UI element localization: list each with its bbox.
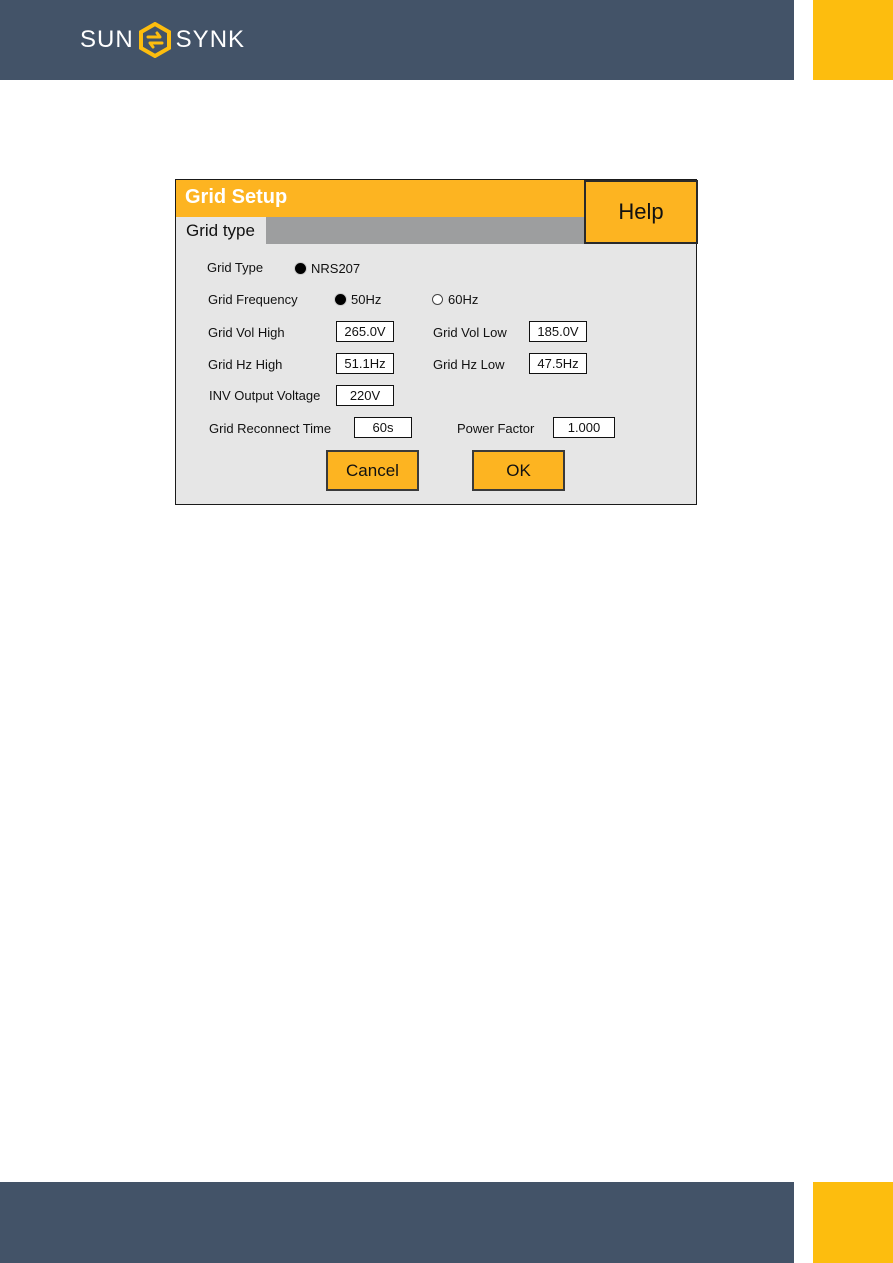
radio-label: NRS207	[311, 261, 361, 276]
sunsynk-logo: SUN SYNK	[80, 22, 245, 58]
power-factor-label: Power Factor	[457, 421, 535, 436]
grid-hz-low-input[interactable]: 47.5Hz	[529, 353, 587, 374]
tab-grid-type[interactable]: Grid type	[176, 217, 266, 244]
power-factor-input[interactable]: 1.000	[553, 417, 615, 438]
header-accent	[813, 0, 893, 80]
grid-frequency-radio-50hz[interactable]: 50Hz	[335, 292, 381, 307]
grid-vol-high-label: Grid Vol High	[208, 325, 285, 340]
inv-output-voltage-input[interactable]: 220V	[336, 385, 394, 406]
grid-frequency-label: Grid Frequency	[208, 292, 298, 307]
footer-accent	[813, 1182, 893, 1263]
grid-reconnect-time-label: Grid Reconnect Time	[209, 421, 332, 436]
dialog-title-bar: Grid Setup	[176, 180, 584, 217]
grid-vol-low-label: Grid Vol Low	[433, 325, 507, 340]
hexagon-arrows-icon	[138, 22, 171, 58]
grid-hz-high-input[interactable]: 51.1Hz	[336, 353, 394, 374]
logo-text-right: SYNK	[175, 26, 246, 53]
ok-button[interactable]: OK	[472, 450, 565, 491]
header-band: SUN SYNK	[0, 0, 794, 80]
inv-output-voltage-label: INV Output Voltage	[209, 388, 321, 403]
grid-reconnect-time-input[interactable]: 60s	[354, 417, 412, 438]
grid-vol-high-input[interactable]: 265.0V	[336, 321, 394, 342]
grid-type-label: Grid Type	[207, 260, 264, 275]
grid-frequency-radio-60hz[interactable]: 60Hz	[432, 292, 478, 307]
dialog-title: Grid Setup	[185, 186, 288, 208]
grid-type-radio-nrs207[interactable]: NRS207	[295, 261, 360, 276]
logo-text-left: SUN	[80, 26, 134, 53]
radio-label: 60Hz	[448, 292, 479, 307]
help-button[interactable]: Help	[584, 180, 698, 244]
radio-selected-icon	[295, 263, 306, 274]
cancel-button[interactable]: Cancel	[326, 450, 419, 491]
radio-selected-icon	[335, 294, 346, 305]
footer-band	[0, 1182, 794, 1263]
grid-hz-high-label: Grid Hz High	[208, 357, 283, 372]
grid-vol-low-input[interactable]: 185.0V	[529, 321, 587, 342]
grid-hz-low-label: Grid Hz Low	[433, 357, 505, 372]
radio-label: 50Hz	[351, 292, 382, 307]
grid-setup-dialog: Grid Setup Help Grid type Grid Type NRS2…	[175, 179, 698, 505]
radio-unselected-icon	[432, 294, 443, 305]
tab-strip: Grid type	[176, 217, 584, 244]
